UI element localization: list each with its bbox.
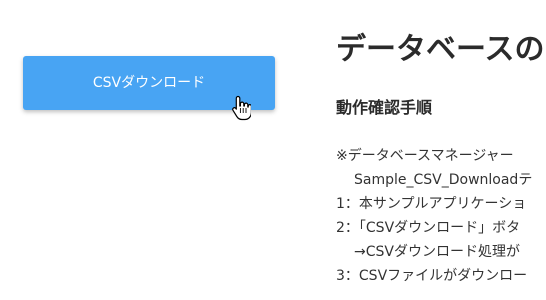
note-line-continued: Sample_CSV_Downloadテ bbox=[354, 172, 533, 188]
page-title: データベースの bbox=[336, 32, 545, 67]
step-2-line: 2：「CSVダウンロード」ボタ bbox=[336, 220, 521, 236]
hand-pointer-cursor-icon bbox=[232, 95, 251, 121]
note-line: ※データベースマネージャー bbox=[336, 148, 514, 164]
content-panel: データベースの 動作確認手順 ※データベースマネージャー Sample_CSV_… bbox=[336, 28, 546, 300]
step-1-line: 1：本サンプルアプリケーショ bbox=[336, 196, 527, 212]
section-heading: 動作確認手順 bbox=[336, 98, 433, 117]
step-2-result-line: →CSVダウンロード処理が bbox=[354, 244, 520, 260]
step-3-line: 3：CSVファイルがダウンロー bbox=[336, 268, 528, 284]
